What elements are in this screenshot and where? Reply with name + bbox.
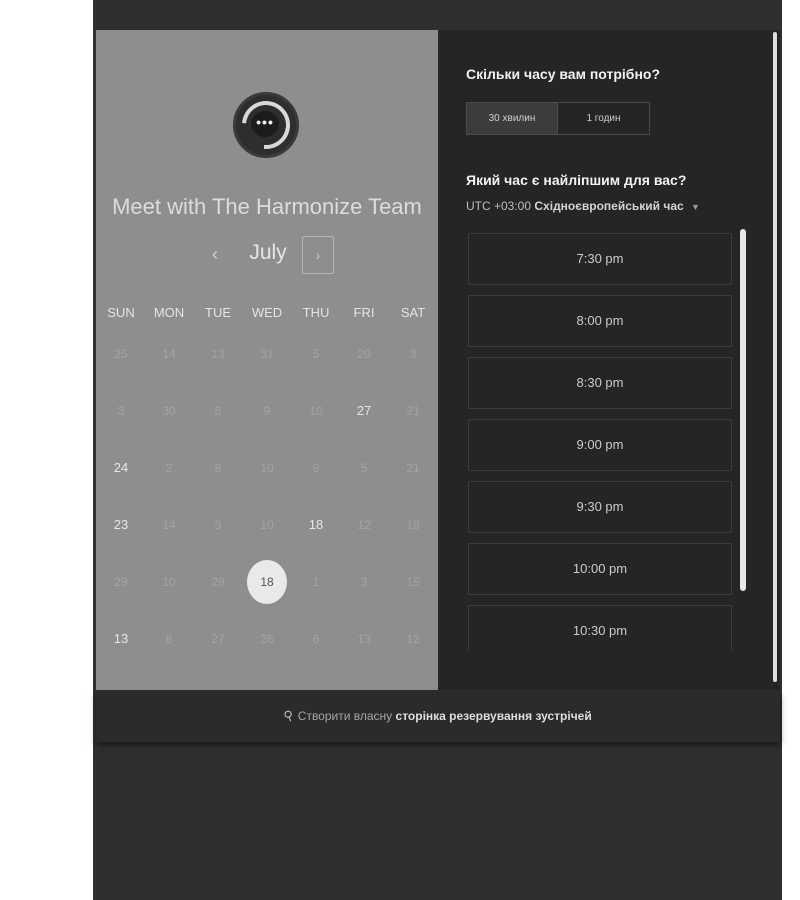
- weekday-sat: SAT: [400, 305, 426, 320]
- calendar-day: 14: [162, 347, 176, 361]
- time-slot-button[interactable]: 10:30 pm: [468, 605, 732, 651]
- time-slot-button[interactable]: 10:00 pm: [468, 543, 732, 595]
- calendar-day: 18: [406, 518, 420, 532]
- calendar-day[interactable]: 13: [97, 617, 145, 661]
- calendar-day: 3: [360, 575, 368, 589]
- calendar-day[interactable]: 24: [97, 446, 145, 490]
- calendar-day: 21: [406, 404, 420, 418]
- calendar-day: 9: [312, 461, 320, 475]
- calendar-day: 6: [312, 632, 320, 646]
- timezone-offset: UTC +03:00: [466, 199, 532, 213]
- calendar-day: 12: [357, 518, 371, 532]
- calendar-day[interactable]: 18: [292, 503, 340, 547]
- calendar-day: 15: [406, 575, 420, 589]
- calendar-day: 13: [211, 347, 225, 361]
- hubspot-sprocket-icon: ⚲: [281, 706, 296, 725]
- time-question: Який час є найліпшим для вас?: [466, 172, 687, 188]
- calendar-day: 5: [312, 347, 320, 361]
- calendar-day: 10: [162, 575, 176, 589]
- calendar-day: 31: [260, 347, 274, 361]
- weekday-sun: SUN: [107, 305, 135, 320]
- timezone-name: Східноєвропейський час: [534, 199, 684, 213]
- calendar-day: 2: [165, 461, 173, 475]
- calendar-day: 12: [406, 632, 420, 646]
- selected-day-label: 18: [260, 575, 274, 589]
- calendar-day: 10: [260, 518, 274, 532]
- timezone-select[interactable]: UTC +03:00 Східноєвропейський час ▼: [466, 199, 700, 213]
- weekday-thu: THU: [302, 305, 330, 320]
- calendar-day: 14: [162, 518, 176, 532]
- calendar-day: 25: [114, 347, 128, 361]
- weekday-wed: WED: [251, 305, 283, 320]
- ellipsis-icon: •••: [256, 114, 274, 130]
- weekday-fri: FRI: [353, 305, 375, 320]
- time-slot-list: 7:30 pm 8:00 pm 8:30 pm 9:00 pm 9:30 pm 10:00…: [468, 233, 734, 651]
- calendar-day: 27: [211, 632, 225, 646]
- weekday-tue: TUE: [205, 305, 231, 320]
- time-slot-button[interactable]: 8:30 pm: [468, 357, 732, 409]
- calendar-day: 1: [312, 575, 320, 589]
- prev-month-icon[interactable]: ‹: [205, 244, 225, 265]
- calendar-day: 9: [263, 404, 271, 418]
- calendar-day: 30: [162, 404, 176, 418]
- duration-30-min-button[interactable]: 30 хвилин: [466, 102, 558, 135]
- time-slot-button[interactable]: 8:00 pm: [468, 295, 732, 347]
- calendar-day: 3: [117, 404, 125, 418]
- calendar-day: 10: [309, 404, 323, 418]
- create-booking-page-link[interactable]: ⚲ Створити власну сторінка резервування з…: [96, 706, 780, 725]
- calendar-day: 29: [114, 575, 128, 589]
- calendar-day[interactable]: 27: [340, 389, 388, 433]
- time-slot-button[interactable]: 7:30 pm: [468, 233, 732, 285]
- footer-prefix: Створити власну: [297, 709, 393, 723]
- month-label: July: [249, 241, 287, 264]
- duration-question: Скільки часу вам потрібно?: [466, 66, 661, 82]
- calendar-day: 21: [406, 461, 420, 475]
- calendar-day: 8: [214, 461, 222, 475]
- team-name: Meet with The Harmonize Team: [112, 194, 422, 219]
- team-avatar: •••: [232, 91, 300, 159]
- calendar-day: 8: [165, 632, 173, 646]
- duration-1-hour-button[interactable]: 1 годин: [557, 102, 650, 135]
- calendar-day: 5: [360, 461, 368, 475]
- calendar-day: 10: [260, 461, 274, 475]
- calendar-day: 3: [409, 347, 417, 361]
- calendar-day: 3: [214, 518, 222, 532]
- footer-link-text: сторінка резервування зустрічей: [395, 709, 592, 723]
- calendar-day: 26: [260, 632, 274, 646]
- selected-day[interactable]: 18: [243, 560, 291, 604]
- calendar-day[interactable]: 23: [97, 503, 145, 547]
- next-month-button[interactable]: ›: [302, 236, 334, 274]
- time-slot-button[interactable]: 9:00 pm: [468, 419, 732, 471]
- caret-down-icon: ▼: [691, 202, 700, 212]
- weekday-mon: MON: [153, 305, 185, 320]
- calendar-day: 29: [211, 575, 225, 589]
- card-scrollbar[interactable]: [773, 32, 777, 682]
- time-slot-button[interactable]: 9:30 pm: [468, 481, 732, 533]
- calendar-day: 13: [357, 632, 371, 646]
- calendar-day: 20: [357, 347, 371, 361]
- calendar-day: 8: [214, 404, 222, 418]
- slot-scrollbar[interactable]: [740, 229, 746, 591]
